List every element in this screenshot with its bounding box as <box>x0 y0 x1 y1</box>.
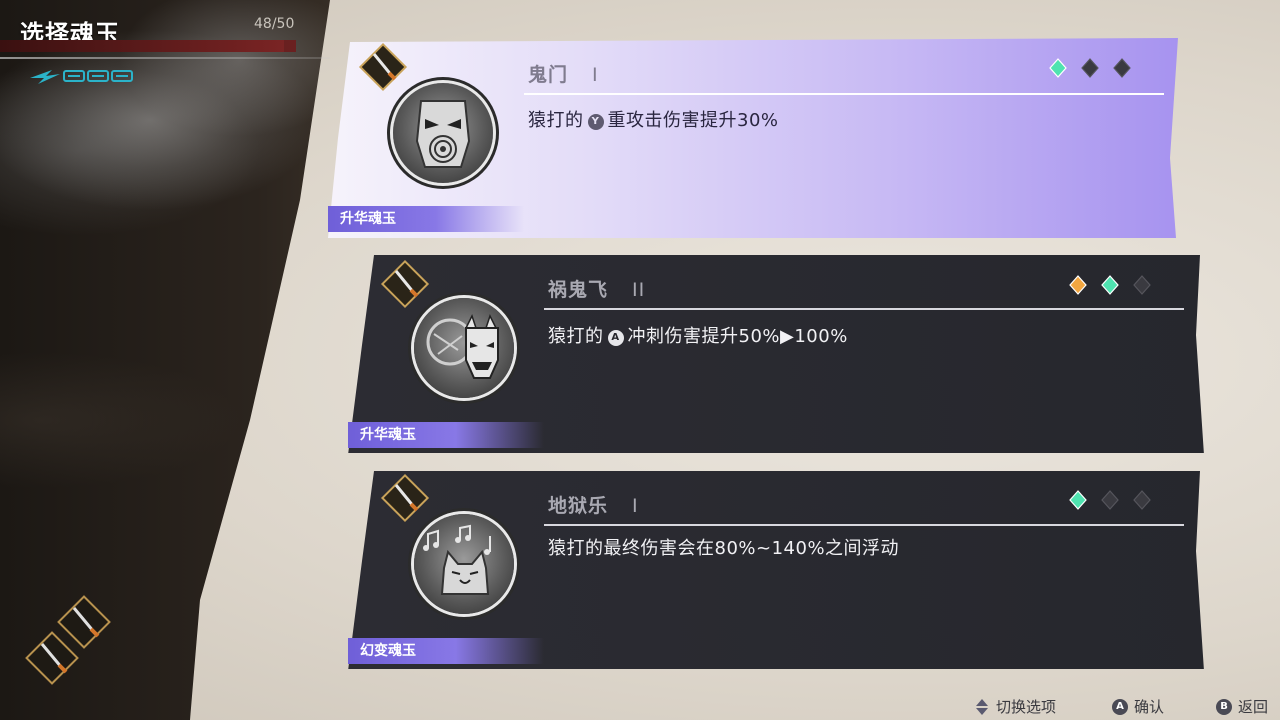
confirm-label: 确认 <box>1134 698 1165 716</box>
card-name-text: 鬼门 <box>528 64 569 86</box>
confirm-hint[interactable]: A 确认 <box>1112 696 1164 717</box>
back-label: 返回 <box>1238 698 1269 716</box>
card-divider <box>544 308 1184 310</box>
desc-suffix: 重攻击伤害提升30% <box>607 110 779 131</box>
a-button-icon: A <box>1112 698 1128 715</box>
dpad-updown-icon <box>976 698 988 715</box>
rarity-gems <box>1068 275 1152 295</box>
hp-bar <box>0 40 296 52</box>
y-button-icon: Y <box>587 114 604 130</box>
music-cat-icon <box>423 524 491 595</box>
sword-rune-icon <box>380 473 430 523</box>
card-description: 猿打的 A 冲刺伤害提升50%▶100% <box>548 322 848 348</box>
card-name: 鬼门 I <box>528 60 599 87</box>
card-divider <box>524 93 1164 95</box>
oni-mask-spiral-icon <box>415 100 471 168</box>
card-name-text: 地狱乐 <box>548 495 609 517</box>
orange-gem-icon <box>1069 275 1087 295</box>
card-name: 地狱乐 I <box>548 491 639 518</box>
desc-prefix: 猿打的最终伤害会在80%~140%之间浮动 <box>548 538 900 559</box>
green-gem-icon <box>1049 58 1067 78</box>
soul-jade-option-3[interactable]: 地狱乐 I 猿打的最终伤害会在80%~140%之间浮动 幻变魂玉 <box>348 471 1220 669</box>
sword-rune-icon <box>380 259 430 309</box>
emblem-icon <box>414 298 514 398</box>
green-gem-icon <box>1101 275 1119 295</box>
switch-option-label: 切换选项 <box>996 698 1057 716</box>
sword-rune-icon <box>358 42 408 92</box>
soul-jade-option-1[interactable]: 鬼门 I 猿打的 Y 重攻击伤害提升30% 升华魂玉 <box>328 38 1200 240</box>
green-gem-icon <box>1069 490 1087 510</box>
hp-text: 48/50 <box>254 16 295 32</box>
dark-gem-icon <box>1133 490 1151 510</box>
rarity-gems <box>1068 490 1152 510</box>
hannya-mask-icon <box>426 314 499 379</box>
a-button-icon: A <box>607 330 624 346</box>
card-name: 祸鬼飞 II <box>548 275 645 302</box>
dark-gem-icon <box>1133 275 1151 295</box>
card-divider <box>544 524 1184 526</box>
card-name-text: 祸鬼飞 <box>548 279 609 301</box>
dark-gem-icon <box>1101 490 1119 510</box>
emblem-icon <box>393 83 493 183</box>
card-description: 猿打的最终伤害会在80%~140%之间浮动 <box>548 534 899 560</box>
switch-option-hint[interactable]: 切换选项 <box>974 696 1056 717</box>
card-type-tag: 升华魂玉 <box>348 422 544 448</box>
card-description: 猿打的 Y 重攻击伤害提升30% <box>528 106 779 132</box>
card-level: I <box>632 495 639 517</box>
hud-divider <box>0 57 330 59</box>
desc-suffix: 冲刺伤害提升50%▶100% <box>627 326 848 347</box>
card-level: I <box>592 64 599 86</box>
sword-rune-icon <box>25 631 79 685</box>
desc-prefix: 猿打的 <box>548 326 604 347</box>
rarity-gems <box>1048 58 1132 78</box>
dark-gem-icon <box>1081 58 1099 78</box>
b-button-icon: B <box>1216 698 1232 715</box>
card-type-tag: 幻变魂玉 <box>348 638 544 664</box>
energy-meter-icon <box>30 70 133 84</box>
card-level: II <box>632 279 646 301</box>
card-type-tag: 升华魂玉 <box>328 206 524 232</box>
emblem-icon <box>414 514 514 614</box>
dark-gem-icon <box>1113 58 1131 78</box>
back-hint[interactable]: B 返回 <box>1216 696 1268 717</box>
soul-jade-option-2[interactable]: 祸鬼飞 II 猿打的 A 冲刺伤害提升50%▶100% 升华魂玉 <box>348 255 1220 453</box>
hp-bar-fill <box>0 40 285 52</box>
desc-prefix: 猿打的 <box>528 110 584 131</box>
